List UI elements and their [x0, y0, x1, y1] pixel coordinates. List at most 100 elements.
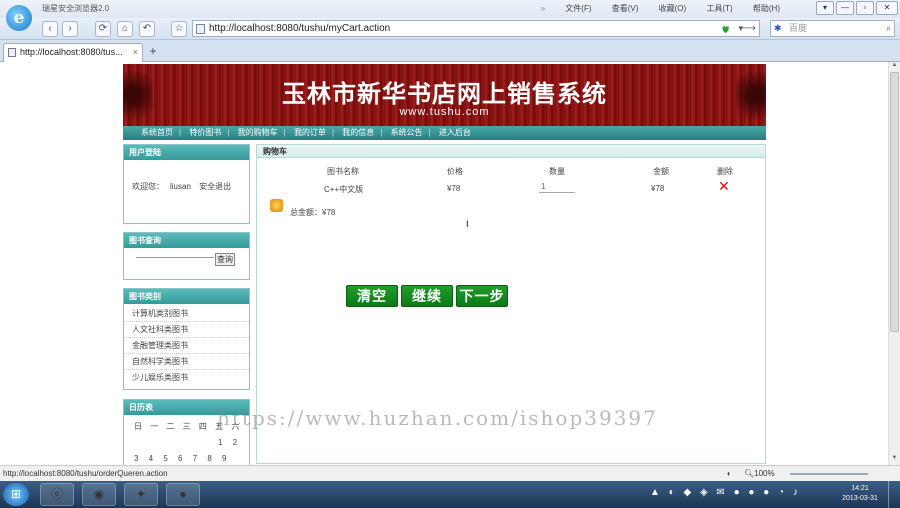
back-button[interactable]: ‹ — [42, 21, 58, 37]
nav-admin[interactable]: 进入后台 — [439, 128, 471, 137]
col-book-name: 图书名称 — [327, 167, 359, 176]
nav-notices[interactable]: 系统公告 — [391, 128, 423, 137]
show-desktop-button[interactable] — [888, 481, 900, 508]
cart-row-amount: ¥78 — [651, 184, 665, 193]
book-search-panel: 图书查询 查询 — [123, 232, 250, 280]
delete-icon[interactable]: ✕ — [718, 178, 730, 195]
scroll-down-icon[interactable]: ▼ — [889, 455, 900, 465]
new-tab-button[interactable]: + — [146, 44, 160, 61]
logout-link[interactable]: 安全退出 — [199, 182, 231, 191]
favorite-star-button[interactable]: ☆ — [171, 21, 187, 37]
col-amount: 金额 — [653, 167, 669, 176]
undo-close-button[interactable]: ↶ — [139, 21, 155, 37]
cart-row-price: ¥78 — [447, 184, 461, 193]
scroll-up-icon[interactable]: ▲ — [889, 62, 900, 72]
nav-cart[interactable]: 我的购物车 — [238, 128, 278, 137]
baidu-paw-icon: ✱ — [774, 23, 782, 33]
book-search-input[interactable] — [136, 257, 214, 258]
taskbar-browser-icon[interactable]: ◉ — [82, 483, 116, 506]
status-bar: http://localhost:8080/tushu/orderQueren.… — [0, 465, 900, 481]
watermark: https://www.huzhan.com/ishop39397 — [217, 406, 658, 430]
minimize-button[interactable]: — — [836, 1, 854, 15]
menu-more[interactable]: » — [541, 4, 545, 13]
search-box[interactable]: ✱ 百度 ⌕ — [770, 20, 895, 37]
search-placeholder: 百度 — [789, 23, 808, 33]
zoom-slider[interactable] — [790, 473, 868, 475]
site-title: 玉林市新华书店网上销售系统 — [282, 80, 607, 108]
scroll-thumb[interactable] — [890, 72, 899, 332]
taskbar-eclipse-icon[interactable]: ● — [166, 483, 200, 506]
welcome-label: 欢迎您： — [132, 182, 164, 191]
clear-cart-button[interactable]: 清空 — [346, 285, 398, 307]
menu-bar: » 文件(F) 查看(V) 收藏(O) 工具(T) 帮助(H) — [523, 3, 780, 14]
pin-button[interactable]: ▾ — [816, 1, 834, 15]
book-search-button[interactable]: 查询 — [215, 253, 235, 266]
col-qty: 数量 — [549, 167, 565, 176]
taskbar-ie-icon[interactable]: ⓔ — [40, 483, 74, 506]
address-bar[interactable]: http://localhost:8080/tushu/myCart.actio… — [192, 20, 760, 37]
category-item[interactable]: 金融管理类图书 — [124, 338, 249, 354]
os-taskbar: ⊞ ⓔ ◉ ✦ ● ▲ ◐ ◆ ◈ ✉ ● ● ● ◔ ♪ 14:21 2013… — [0, 481, 900, 508]
continue-shopping-button[interactable]: 继续 — [401, 285, 453, 307]
nav-specials[interactable]: 特价图书 — [189, 128, 221, 137]
tab-label: http://localhost:8080/tus... — [20, 47, 123, 57]
category-item[interactable]: 自然科学类图书 — [124, 354, 249, 370]
clock-time: 14:21 — [851, 485, 869, 492]
address-text: http://localhost:8080/tushu/myCart.actio… — [209, 23, 391, 34]
menu-help[interactable]: 帮助(H) — [753, 4, 780, 13]
nav-orders[interactable]: 我的订单 — [294, 128, 326, 137]
category-item[interactable]: 少儿娱乐类图书 — [124, 370, 249, 386]
system-tray-icons[interactable]: ▲ ◐ ◆ ◈ ✉ ● ● ● ◔ ♪ — [650, 487, 801, 498]
navigation-bar: ‹ › ⟳ ⌂ ↶ ☆ http://localhost:8080/tushu/… — [0, 18, 900, 40]
browser-titlebar: 瑞星安全浏览器2.0 » 文件(F) 查看(V) 收藏(O) 工具(T) 帮助(… — [0, 0, 900, 18]
zoom-value: 100% — [754, 469, 775, 478]
status-url: http://localhost:8080/tushu/orderQueren.… — [3, 469, 168, 478]
category-header: 图书类别 — [124, 289, 249, 304]
refresh-button[interactable]: ⟳ — [95, 21, 111, 37]
page-viewport: 玉林市新华书店网上销售系统 www.tushu.com 系统首页 | 特价图书 | … — [0, 62, 888, 465]
calendar-week-1: 1 2 — [218, 438, 238, 447]
site-banner: 玉林市新华书店网上销售系统 www.tushu.com — [123, 64, 766, 126]
col-delete: 删除 — [717, 167, 733, 176]
login-panel: 用户登陆 欢迎您： liusan 安全退出 — [123, 144, 250, 224]
security-shield-icon[interactable]: ⛊ — [722, 23, 729, 38]
cart-total: 总金额：¥78 — [290, 208, 336, 217]
login-header: 用户登陆 — [124, 145, 249, 160]
menu-favorites[interactable]: 收藏(O) — [659, 4, 687, 13]
site-nav: 系统首页 | 特价图书 | 我的购物车 | 我的订单 | 我的信息 | 系统公告 | 进入后… — [123, 126, 766, 140]
nav-home[interactable]: 系统首页 — [141, 128, 173, 137]
zoom-level[interactable]: 🔍︎100% — [744, 466, 775, 481]
nav-profile[interactable]: 我的信息 — [342, 128, 374, 137]
clock-date: 2013-03-31 — [842, 495, 878, 502]
menu-file[interactable]: 文件(F) — [565, 4, 591, 13]
taskbar-app-icon[interactable]: ✦ — [124, 483, 158, 506]
search-header: 图书查询 — [124, 233, 249, 248]
next-step-button[interactable]: 下一步 — [456, 285, 508, 307]
tab-close-icon[interactable]: × — [133, 44, 138, 61]
site-url: www.tushu.com — [399, 106, 490, 118]
tab-favicon-icon — [8, 48, 16, 57]
sound-icon[interactable]: ◖ — [726, 466, 731, 481]
close-button[interactable]: ✕ — [876, 1, 898, 15]
start-button-icon[interactable]: ⊞ — [3, 483, 29, 506]
cart-header: 购物车 — [257, 145, 765, 158]
search-icon[interactable]: ⌕ — [886, 21, 891, 36]
tab-mycart[interactable]: http://localhost:8080/tus... × — [3, 43, 143, 62]
col-price: 价格 — [447, 167, 463, 176]
cart-row-qty-input[interactable]: 1 — [539, 182, 575, 193]
cart-row-name: C++中文版 — [324, 185, 364, 194]
page-scrollbar[interactable]: ▲ ▼ — [888, 62, 900, 465]
category-panel: 图书类别 计算机类别图书 人文社科类图书 金融管理类图书 自然科学类图书 少儿娱… — [123, 288, 250, 390]
category-item[interactable]: 人文社科类图书 — [124, 322, 249, 338]
forward-button[interactable]: › — [62, 21, 78, 37]
menu-tools[interactable]: 工具(T) — [706, 4, 732, 13]
restore-button[interactable]: ▫ — [856, 1, 874, 15]
calendar-week-2: 3 4 5 6 7 8 9 — [134, 454, 227, 463]
taskbar-clock[interactable]: 14:21 2013-03-31 — [838, 484, 882, 504]
username: liusan — [170, 182, 191, 191]
home-button[interactable]: ⌂ — [117, 21, 133, 37]
go-icon[interactable]: ⟶ — [742, 21, 756, 36]
category-item[interactable]: 计算机类别图书 — [124, 306, 249, 322]
welcome-line: 欢迎您： liusan 安全退出 — [132, 181, 237, 192]
menu-view[interactable]: 查看(V) — [612, 4, 639, 13]
